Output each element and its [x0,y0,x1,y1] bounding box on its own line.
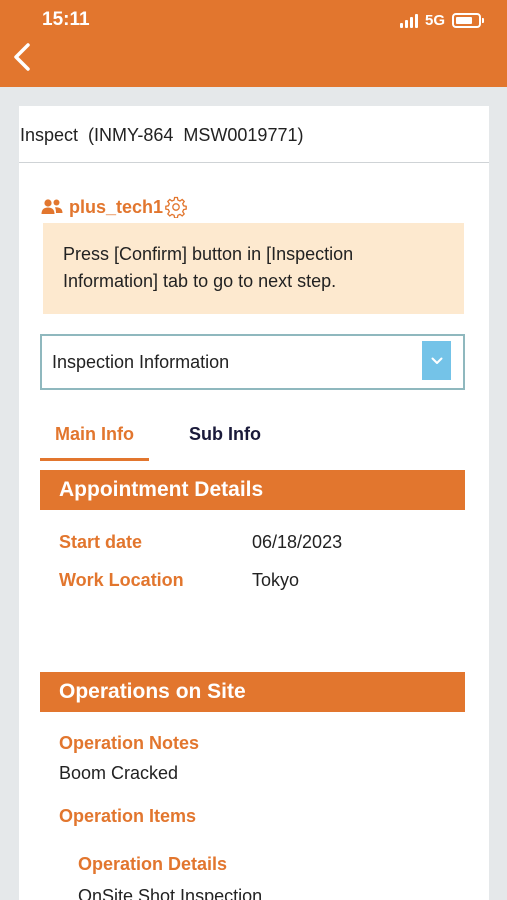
step-select-value: Inspection Information [52,351,230,372]
tab-sub-info[interactable]: Sub Info [170,424,280,461]
battery-level [456,17,472,24]
select-arrow[interactable] [422,341,451,380]
status-indicators: 5G [399,12,484,29]
operations-header: Operations on Site [40,672,465,712]
app-header: 15:11 5G [0,0,507,87]
info-tabs: Main Info Sub Info [40,424,465,464]
start-date-label: Start date [59,532,143,552]
step-select[interactable]: Inspection Information [40,334,465,390]
status-time: 15:11 [42,9,90,30]
battery-icon [452,13,484,28]
page-title: Inspect (INMY-864 MSW0019771) [19,106,489,163]
appointment-header: Appointment Details [40,470,465,510]
signal-icon [399,13,418,28]
inspection-card: Inspect (INMY-864 MSW0019771) plus_tech1… [19,106,489,900]
user-info: plus_tech1 [41,196,187,218]
start-date-value: 06/18/2023 [252,532,343,552]
network-type: 5G [424,12,445,29]
back-button[interactable] [8,40,38,74]
work-location-value: Tokyo [252,570,300,590]
operation-items-label: Operation Items [59,806,197,826]
operation-details-label: Operation Details [78,854,228,874]
operation-details-value: OnSite Shot Inspection [78,886,263,900]
chevron-left-icon [14,43,30,71]
operation-notes-value: Boom Cracked [59,763,179,783]
work-location-label: Work Location [59,570,184,590]
gear-icon[interactable] [165,196,187,218]
tab-main-info[interactable]: Main Info [40,424,149,461]
notice-message: Press [Confirm] button in [Inspection In… [43,223,464,314]
chevron-down-icon [431,357,442,364]
operation-notes-label: Operation Notes [59,733,200,753]
username: plus_tech1 [69,196,164,217]
users-icon [41,199,63,214]
